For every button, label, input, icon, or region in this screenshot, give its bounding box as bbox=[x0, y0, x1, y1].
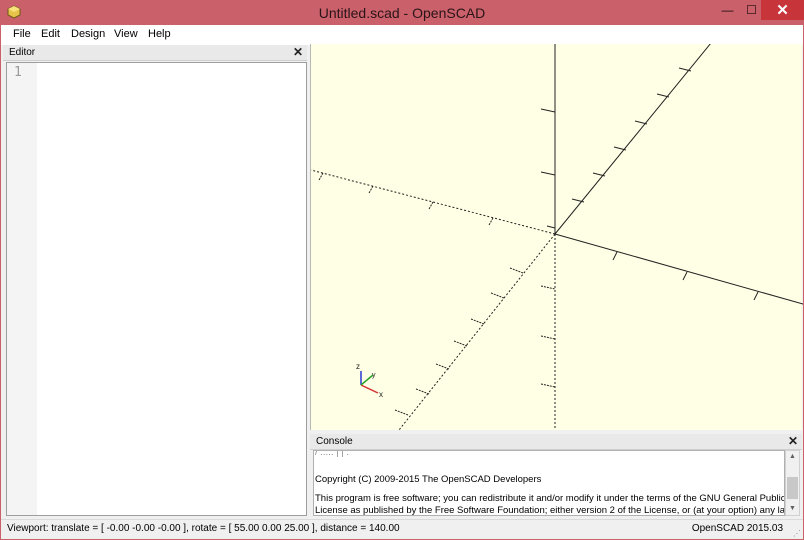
scroll-up-arrow-icon[interactable]: ▲ bbox=[786, 451, 799, 463]
console-line: This program is free software; you can r… bbox=[315, 493, 785, 504]
menu-help[interactable]: Help bbox=[148, 28, 171, 40]
menu-view[interactable]: View bbox=[114, 28, 138, 40]
resize-grip-icon[interactable]: ⋰ bbox=[793, 529, 801, 538]
console-title-label: Console bbox=[316, 436, 353, 447]
menu-bar: File Edit Design View Help bbox=[0, 25, 804, 45]
ticks-z-positive bbox=[540, 108, 556, 229]
indicator-z-label: z bbox=[356, 362, 360, 371]
scroll-thumb[interactable] bbox=[787, 477, 798, 499]
console-output[interactable]: / ..... | | . Copyright (C) 2009-2015 Th… bbox=[313, 450, 785, 516]
console-scrollbar[interactable]: ▲ ▼ bbox=[785, 450, 800, 516]
3d-viewport[interactable]: z x y bbox=[310, 42, 804, 431]
minimize-button[interactable]: — bbox=[714, 0, 741, 20]
menu-edit[interactable]: Edit bbox=[41, 28, 60, 40]
line-number: 1 bbox=[14, 65, 22, 80]
title-bar: Untitled.scad - OpenSCAD — ☐ ✕ bbox=[0, 0, 804, 25]
menu-file[interactable]: File bbox=[13, 28, 31, 40]
axis-y-positive bbox=[554, 42, 712, 235]
ticks-x-positive bbox=[612, 251, 759, 301]
axis-y-negative bbox=[398, 233, 556, 431]
indicator-x-axis bbox=[360, 384, 379, 394]
ticks-y-positive bbox=[571, 67, 692, 203]
indicator-y-label: y bbox=[372, 372, 376, 379]
console-clipped-line: / ..... | | . bbox=[315, 450, 349, 458]
code-editor[interactable]: 1 bbox=[6, 62, 307, 516]
status-bar: Viewport: translate = [ -0.00 -0.00 -0.0… bbox=[1, 519, 803, 539]
axis-orientation-indicator: z x y bbox=[356, 362, 383, 399]
ticks-z-negative bbox=[540, 285, 556, 388]
console-close-icon[interactable]: ✕ bbox=[788, 434, 798, 448]
indicator-x-label: x bbox=[379, 390, 383, 399]
ticks-y-negative bbox=[394, 267, 524, 416]
editor-close-icon[interactable]: ✕ bbox=[293, 45, 303, 59]
close-window-button[interactable]: ✕ bbox=[761, 0, 804, 20]
viewport-canvas: z x y bbox=[310, 42, 804, 431]
window-title: Untitled.scad - OpenSCAD bbox=[318, 5, 486, 21]
line-number-gutter: 1 bbox=[7, 63, 37, 515]
main-area: Editor ✕ 1 z x y Console ✕ / ..... | | .… bbox=[1, 42, 804, 519]
viewport-status: Viewport: translate = [ -0.00 -0.00 -0.0… bbox=[7, 523, 400, 534]
menu-design[interactable]: Design bbox=[71, 28, 105, 40]
scroll-down-arrow-icon[interactable]: ▼ bbox=[786, 503, 799, 515]
console-line: Copyright (C) 2009-2015 The OpenSCAD Dev… bbox=[315, 474, 542, 485]
axis-x-positive bbox=[554, 233, 804, 305]
editor-dock-title: Editor ✕ bbox=[3, 45, 307, 61]
ticks-x-negative bbox=[318, 172, 494, 226]
editor-title-label: Editor bbox=[9, 47, 36, 58]
console-dock-title: Console ✕ bbox=[310, 434, 802, 450]
console-line: License as published by the Free Softwar… bbox=[315, 505, 785, 516]
version-label: OpenSCAD 2015.03 bbox=[691, 523, 783, 534]
